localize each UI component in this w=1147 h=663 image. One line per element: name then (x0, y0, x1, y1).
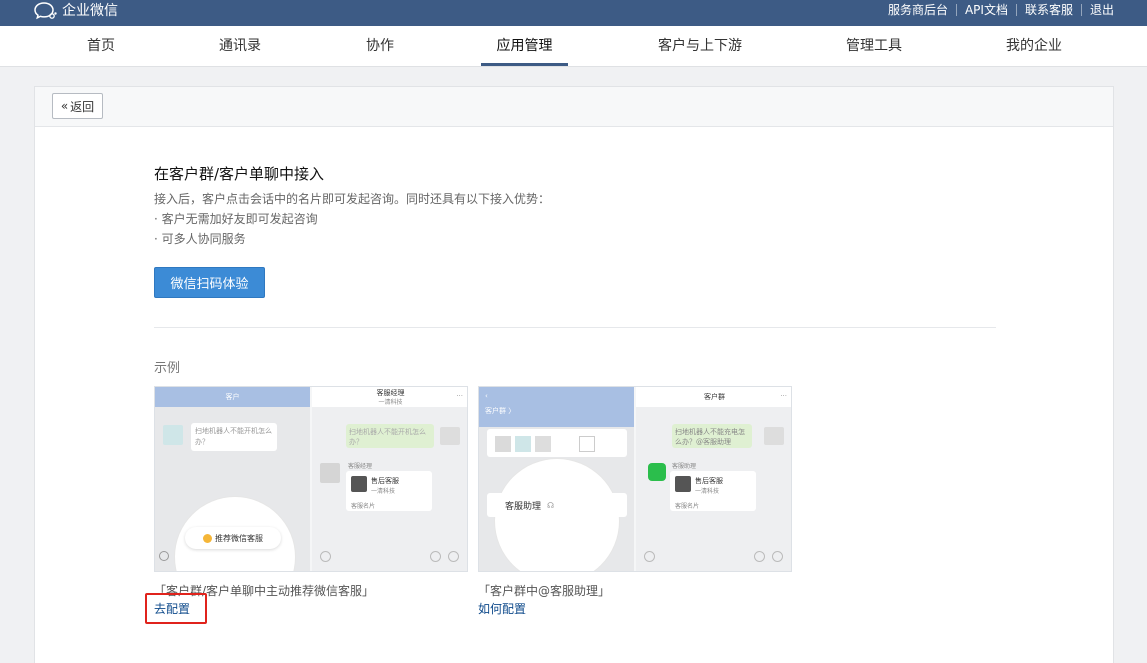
avatar (515, 436, 531, 452)
back-icon: ‹ (485, 392, 488, 400)
voice-icon (320, 551, 331, 562)
divider (1015, 4, 1017, 16)
avatar (163, 425, 183, 445)
top-bar: 企业微信 服务商后台 API文档 联系客服 退出 (0, 0, 1147, 26)
description-line: 接入后，客户点击会话中的名片即可发起咨询。同时还具有以下接入优势： (154, 192, 551, 206)
main-nav: 首页 通讯录 协作 应用管理 客户与上下游 管理工具 我的企业 (0, 26, 1147, 67)
contact-support-link[interactable]: 联系客服 (1025, 3, 1073, 17)
card-title: 售后客服 (371, 477, 399, 485)
tab-my-enterprise[interactable]: 我的企业 (1005, 26, 1063, 66)
vendor-backend-link[interactable]: 服务商后台 (888, 3, 948, 17)
avatar (535, 436, 551, 452)
highlight-box (145, 593, 207, 624)
more-icon: ··· (456, 392, 463, 400)
avatar (320, 463, 340, 483)
example-screenshot-recommend: 客户 扫地机器人不能开机怎么办？ 推荐微信客服 客服经理 一清科技 ··· 扫地… (154, 386, 468, 572)
chat-bubble: 扫地机器人不能充电怎么办？@客服助理 (672, 424, 752, 448)
emoji-icon (430, 551, 441, 562)
content-panel: « 返回 在客户群/客户单聊中接入 接入后，客户点击会话中的名片即可发起咨询。同… (34, 86, 1114, 663)
benefit-item: · 可多人协同服务 (154, 232, 246, 246)
example-screenshot-mention: ‹ 客户群 〉 客服助理 ☊ 客户群 ··· 扫地机器人不能充电怎么办？@客服助… (478, 386, 792, 572)
phone-header-subtitle: 一清科技 (378, 399, 403, 406)
wework-logo-icon (34, 1, 58, 21)
card-subtitle: 一清科技 (371, 488, 396, 495)
avatar (440, 427, 460, 445)
tab-customers-partners[interactable]: 客户与上下游 (657, 26, 743, 66)
back-button-label: 返回 (70, 99, 95, 114)
avatar (495, 436, 511, 452)
wechat-scan-try-button[interactable]: 微信扫码体验 (154, 267, 265, 298)
plus-icon (579, 436, 595, 452)
tab-app-management[interactable]: 应用管理 (481, 26, 568, 66)
card-footer: 客服名片 (675, 503, 700, 510)
logo[interactable]: 企业微信 (34, 1, 118, 21)
headset-icon: ☊ (547, 500, 555, 510)
phone-screen-group: ‹ 客户群 〉 客服助理 ☊ (479, 387, 634, 571)
divider (1080, 4, 1082, 16)
agent-row: 客服助理 ☊ (487, 493, 627, 517)
agent-row-label: 客服助理 (505, 501, 542, 512)
phone-header: 客户 (155, 387, 310, 407)
tab-collaboration[interactable]: 协作 (365, 26, 395, 66)
avatar (764, 427, 784, 445)
phone-header: 客户群 (636, 387, 791, 407)
double-chevron-left-icon: « (60, 99, 69, 113)
top-links: 服务商后台 API文档 联系客服 退出 (888, 3, 1114, 17)
examples-heading: 示例 (154, 361, 181, 376)
page-title: 在客户群/客户单聊中接入 (154, 165, 325, 183)
sender-name: 客服助理 (672, 463, 697, 470)
recommend-chip-label: 推荐微信客服 (215, 533, 263, 543)
more-icon: ··· (780, 392, 787, 400)
card-footer: 客服名片 (351, 503, 376, 510)
smile-icon (203, 533, 212, 543)
tab-contacts[interactable]: 通讯录 (218, 26, 262, 66)
chat-bubble: 扫地机器人不能开机怎么办？ (346, 424, 434, 448)
phone-header: ‹ 客户群 〉 (479, 387, 634, 427)
chat-bubble: 扫地机器人不能开机怎么办？ (191, 423, 277, 451)
api-docs-link[interactable]: API文档 (965, 3, 1008, 17)
benefit-item: · 客户无需加好友即可发起咨询 (154, 212, 318, 226)
phone-screen-agent: 客户群 ··· 扫地机器人不能充电怎么办？@客服助理 客服助理 售后客服 一清科… (636, 387, 791, 571)
contact-card: 售后客服 一清科技 客服名片 (346, 471, 432, 511)
recommend-chip: 推荐微信客服 (185, 527, 281, 549)
phone-header: 客服经理 一清科技 (312, 387, 467, 407)
card-title: 售后客服 (695, 477, 723, 485)
example-caption: 「客户群中@客服助理」 (478, 584, 611, 598)
description: 接入后，客户点击会话中的名片即可发起咨询。同时还具有以下接入优势： · 客户无需… (154, 189, 550, 249)
back-button[interactable]: « 返回 (52, 93, 103, 119)
emoji-icon (159, 551, 169, 561)
logout-link[interactable]: 退出 (1090, 3, 1114, 17)
voice-icon (644, 551, 655, 562)
divider (955, 4, 957, 16)
plus-icon (772, 551, 783, 562)
phone-header-title: 客服经理 (376, 389, 405, 397)
logo-text: 企业微信 (62, 3, 118, 19)
panel-header: « 返回 (35, 87, 1113, 127)
phone-screen-customer: 客户 扫地机器人不能开机怎么办？ 推荐微信客服 (155, 387, 310, 571)
how-to-configure-link[interactable]: 如何配置 (478, 600, 526, 617)
member-row (487, 429, 627, 457)
tab-home[interactable]: 首页 (86, 26, 116, 66)
headset-icon (648, 463, 666, 481)
phone-header-title: 客户群 〉 (485, 407, 516, 415)
card-subtitle: 一清科技 (695, 488, 720, 495)
plus-icon (448, 551, 459, 562)
avatar (675, 476, 691, 492)
avatar (351, 476, 367, 492)
contact-card: 售后客服 一清科技 客服名片 (670, 471, 756, 511)
emoji-icon (754, 551, 765, 562)
phone-screen-agent: 客服经理 一清科技 ··· 扫地机器人不能开机怎么办？ 客服经理 售后客服 一清… (312, 387, 467, 571)
sender-name: 客服经理 (348, 463, 373, 470)
section-divider (154, 327, 996, 328)
tab-management-tools[interactable]: 管理工具 (845, 26, 903, 66)
